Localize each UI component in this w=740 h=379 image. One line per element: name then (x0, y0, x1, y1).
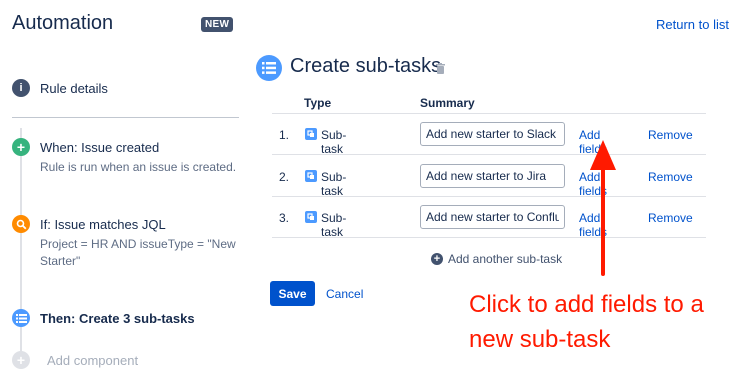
subtask-icon (305, 128, 317, 140)
trash-icon[interactable] (436, 61, 445, 79)
section-title: Create sub-tasks (290, 55, 442, 77)
summary-input[interactable] (420, 164, 565, 188)
plus-icon: + (12, 351, 30, 369)
step-description: Starter" (40, 254, 81, 268)
column-header-summary: Summary (420, 96, 475, 110)
step-description: Rule is run when an issue is created. (40, 160, 237, 174)
remove-link[interactable]: Remove (648, 211, 693, 225)
step-title: If: Issue matches JQL (40, 217, 166, 232)
rule-details-label: Rule details (40, 80, 108, 96)
annotation-text: Click to add fields to a new sub-task (469, 291, 704, 353)
remove-link[interactable]: Remove (648, 170, 693, 184)
page-title: Automation (12, 12, 114, 34)
list-icon (12, 309, 30, 327)
add-component-label: Add component (47, 352, 139, 368)
row-number: 3. (279, 211, 290, 225)
type-label: Sub-task (321, 211, 347, 239)
cancel-button[interactable]: Cancel (326, 287, 363, 301)
step-title: Then: Create 3 sub-tasks (40, 311, 195, 326)
divider (272, 154, 706, 155)
divider (272, 113, 706, 114)
annotation-arrow (590, 140, 616, 276)
plus-icon: + (431, 253, 443, 265)
add-component-item[interactable]: + Add component (12, 351, 138, 369)
divider (272, 196, 706, 197)
remove-link[interactable]: Remove (648, 128, 693, 142)
add-another-subtask-button[interactable]: + Add another sub-task (431, 252, 562, 266)
save-button[interactable]: Save (270, 281, 315, 306)
subtask-icon (305, 170, 317, 182)
new-badge: NEW (201, 17, 234, 32)
step-title: When: Issue created (40, 140, 160, 155)
subtask-icon (305, 211, 317, 223)
summary-input[interactable] (420, 122, 565, 146)
column-header-type: Type (304, 96, 332, 110)
type-label: Sub-task (321, 128, 347, 156)
create-subtasks-icon (256, 55, 282, 81)
divider (12, 117, 239, 118)
add-another-label: Add another sub-task (448, 252, 563, 266)
divider (272, 237, 706, 238)
search-icon (12, 215, 30, 233)
rule-details-item[interactable]: i Rule details (12, 79, 108, 97)
step-description: Project = HR AND issueType = "New (40, 237, 236, 251)
timeline-rail (20, 128, 22, 368)
row-number: 2. (279, 170, 290, 184)
row-number: 1. (279, 128, 290, 142)
type-label: Sub-task (321, 170, 347, 198)
return-to-list-link[interactable]: Return to list (656, 17, 729, 32)
summary-input[interactable] (420, 205, 565, 229)
info-icon: i (12, 79, 30, 97)
plus-icon: + (12, 138, 30, 156)
